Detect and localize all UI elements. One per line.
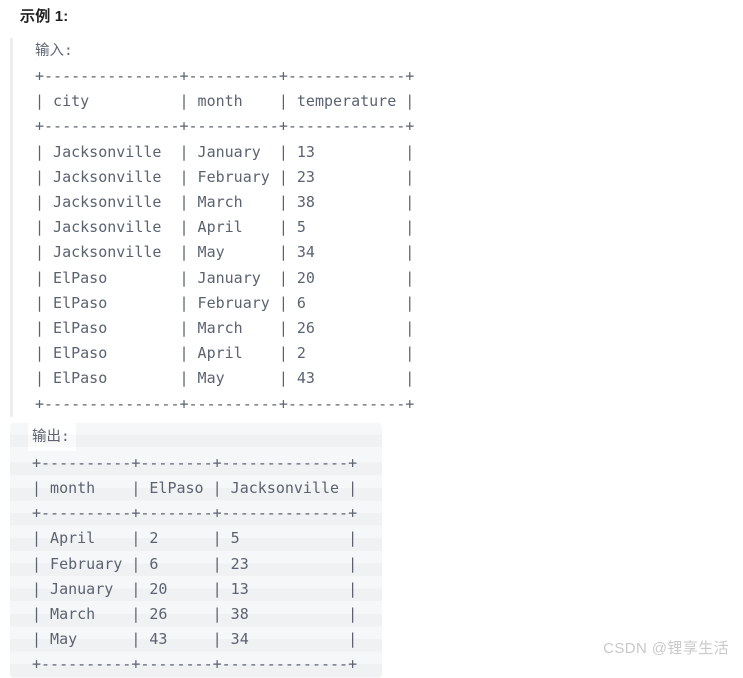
page-root: 示例 1: 输入: +---------------+----------+--… <box>0 0 743 678</box>
page-title: 示例 1: <box>20 8 69 25</box>
watermark: CSDN @锂享生活 <box>603 640 729 657</box>
input-ascii-table: +---------------+----------+------------… <box>35 67 415 413</box>
input-label: 输入: <box>35 43 73 59</box>
output-code-block: 输出: +----------+--------+--------------+… <box>10 422 382 678</box>
output-ascii-table: +----------+--------+--------------+ | m… <box>32 453 358 674</box>
input-code-block: 输入: +---------------+----------+--------… <box>10 38 743 417</box>
output-label: 输出: <box>28 422 76 451</box>
